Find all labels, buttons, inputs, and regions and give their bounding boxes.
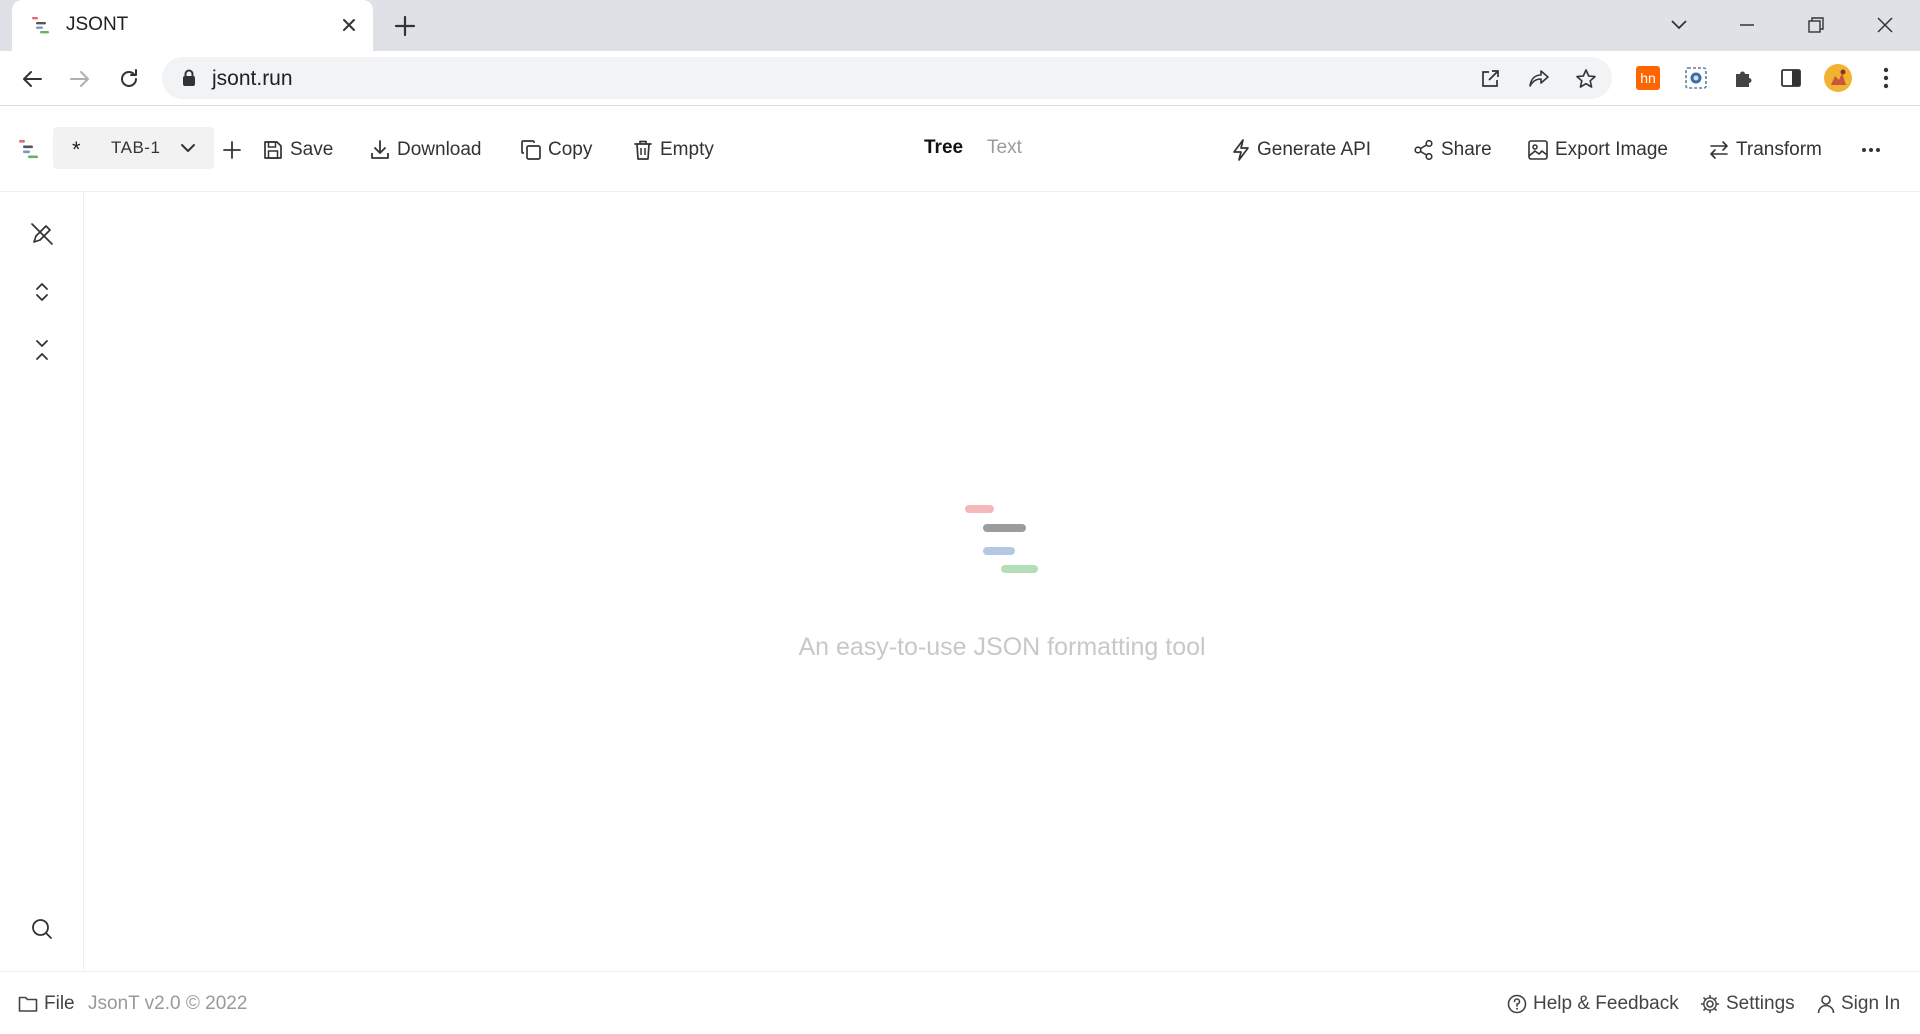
lock-icon[interactable] <box>182 69 196 87</box>
image-icon <box>1528 140 1548 160</box>
generate-api-label: Generate API <box>1257 139 1372 160</box>
transform-button[interactable]: Transform <box>1708 135 1822 165</box>
save-button[interactable]: Save <box>262 135 333 165</box>
sign-in-label: Sign In <box>1841 993 1901 1014</box>
share-button[interactable]: Share <box>1413 135 1492 165</box>
logo-bar-red <box>965 505 994 513</box>
user-icon <box>1817 995 1835 1014</box>
settings-button[interactable]: Settings <box>1700 992 1795 1016</box>
tab-text[interactable]: Text <box>987 137 1022 159</box>
editor-empty-state: An easy-to-use JSON formatting tool <box>84 192 1920 971</box>
help-feedback-label: Help & Feedback <box>1533 993 1679 1014</box>
save-icon <box>264 141 282 159</box>
browser-tab[interactable]: JSONT <box>12 0 373 51</box>
unsaved-marker: * <box>72 137 81 162</box>
collapse-all-icon[interactable] <box>27 335 57 365</box>
tab-selector-label: TAB-1 <box>111 138 161 157</box>
browser-tab-title: JSONT <box>66 14 129 35</box>
help-icon <box>1507 994 1527 1014</box>
sign-in-button[interactable]: Sign In <box>1817 992 1900 1016</box>
browser-menu-icon[interactable] <box>1872 64 1900 92</box>
app-footer: File JsonT v2.0 © 2022 Help & Feedback S… <box>0 971 1920 1034</box>
file-button[interactable]: File <box>18 992 75 1016</box>
transform-icon <box>1710 141 1728 159</box>
reload-icon[interactable] <box>115 65 143 93</box>
copy-icon <box>521 140 541 160</box>
browser-tabstrip: JSONT <box>0 0 1920 51</box>
logo-bar-gray <box>983 524 1026 532</box>
share-page-icon[interactable] <box>1526 66 1552 92</box>
restore-icon[interactable] <box>1803 12 1829 38</box>
gear-icon <box>1700 994 1720 1014</box>
transform-label: Transform <box>1736 139 1822 160</box>
export-image-button[interactable]: Export Image <box>1527 135 1668 165</box>
expand-all-icon[interactable] <box>27 277 57 307</box>
app-header: * TAB-1 Save Download Copy Empty Tree Te… <box>0 107 1920 192</box>
jsont-favicon-icon <box>32 16 52 34</box>
search-icon[interactable] <box>27 914 57 944</box>
chevron-down-icon <box>179 139 197 157</box>
app-logo-icon[interactable] <box>19 139 41 159</box>
close-tab-icon[interactable] <box>339 15 359 35</box>
file-label: File <box>44 993 75 1014</box>
tab-tree[interactable]: Tree <box>924 137 963 159</box>
svg-text:hn: hn <box>1640 70 1656 86</box>
address-bar[interactable]: jsont.run <box>162 57 1612 99</box>
export-image-label: Export Image <box>1555 139 1668 160</box>
more-options-icon[interactable] <box>1861 135 1881 165</box>
open-in-app-icon[interactable] <box>1477 66 1503 92</box>
save-label: Save <box>290 139 334 160</box>
help-feedback-button[interactable]: Help & Feedback <box>1507 992 1679 1016</box>
folder-icon <box>18 996 38 1012</box>
generate-api-button[interactable]: Generate API <box>1231 135 1371 165</box>
download-button[interactable]: Download <box>369 135 482 165</box>
bookmark-star-icon[interactable] <box>1573 66 1599 92</box>
tab-search-icon[interactable] <box>1666 12 1692 38</box>
browser-toolbar: jsont.run hn <box>0 51 1920 106</box>
screenshot-extension-icon[interactable] <box>1682 64 1710 92</box>
logo-bar-blue <box>983 547 1015 555</box>
download-icon <box>371 140 389 159</box>
lightning-icon <box>1233 139 1249 161</box>
edit-off-icon[interactable] <box>27 219 57 249</box>
new-tab-icon[interactable] <box>393 14 417 38</box>
empty-label: Empty <box>660 139 714 160</box>
version-text: JsonT v2.0 © 2022 <box>88 993 248 1014</box>
download-label: Download <box>397 139 482 160</box>
left-sidebar <box>0 192 84 971</box>
url-text[interactable]: jsont.run <box>212 67 293 91</box>
plus-icon <box>223 141 241 159</box>
logo-bar-green <box>1001 565 1038 573</box>
forward-icon[interactable] <box>66 65 94 93</box>
copy-label: Copy <box>548 139 593 160</box>
share-label: Share <box>1441 139 1492 160</box>
tab-selector[interactable]: * TAB-1 <box>53 127 214 169</box>
empty-state-tagline: An easy-to-use JSON formatting tool <box>798 633 1206 661</box>
settings-label: Settings <box>1726 993 1795 1014</box>
back-icon[interactable] <box>18 65 46 93</box>
hn-extension-icon[interactable]: hn <box>1634 64 1662 92</box>
add-tab-button[interactable] <box>222 135 242 165</box>
close-window-icon[interactable] <box>1872 12 1898 38</box>
copy-button[interactable]: Copy <box>520 135 592 165</box>
sidepanel-icon[interactable] <box>1777 64 1805 92</box>
trash-icon <box>634 140 652 160</box>
puzzle-icon[interactable] <box>1730 64 1758 92</box>
share-icon <box>1414 139 1433 161</box>
minimize-icon[interactable] <box>1734 12 1760 38</box>
empty-button[interactable]: Empty <box>632 135 714 165</box>
profile-avatar[interactable] <box>1824 64 1852 92</box>
